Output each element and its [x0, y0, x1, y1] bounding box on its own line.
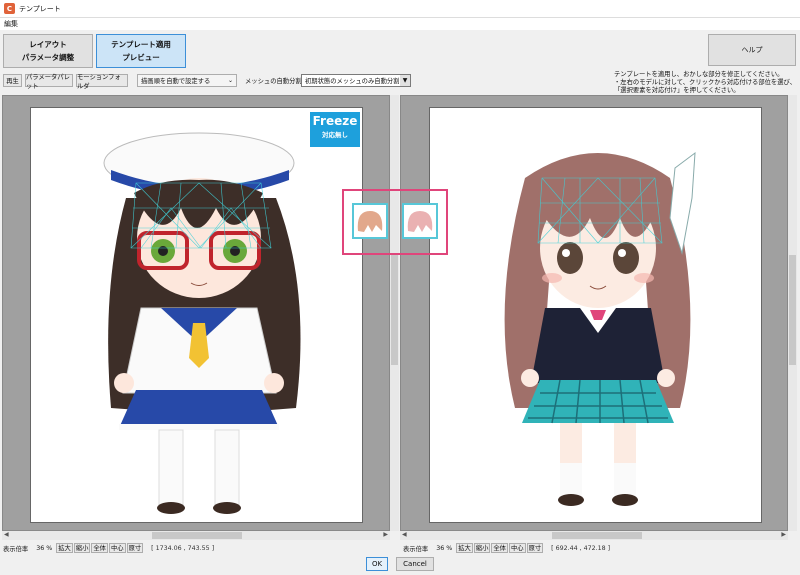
left-model-canvas[interactable] [30, 107, 363, 523]
param-palette-button[interactable]: パラメータパレット [25, 74, 73, 90]
left-vertical-scrollbar[interactable] [390, 95, 399, 531]
actual-size-button[interactable]: 原寸 [126, 543, 144, 553]
left-viewport[interactable]: Freeze 対応無し [2, 95, 390, 531]
right-horizontal-scrollbar[interactable]: ◀ ▶ [400, 531, 788, 540]
draw-order-dropdown[interactable]: 描画順を自動で設定する ⌄ [137, 74, 237, 87]
scroll-right-icon[interactable]: ▶ [383, 531, 388, 538]
zoom-value: 36 % [36, 544, 53, 552]
motion-folder-button[interactable]: モーションフォルダ [76, 74, 128, 90]
scroll-thumb[interactable] [391, 255, 398, 365]
fit-all-button[interactable]: 全体 [91, 543, 108, 553]
mesh-split-value: 初期状態のメッシュのみ自動分割 [305, 78, 400, 85]
menu-edit[interactable]: 編集 [4, 20, 18, 28]
scroll-thumb[interactable] [789, 255, 796, 365]
layout-param-button[interactable]: レイアウト パラメータ調整 [3, 34, 93, 68]
zoom-label: 表示倍率 [3, 545, 29, 553]
ok-button[interactable]: OK [366, 557, 388, 571]
left-status-bar: 表示倍率 36 % 拡大 縮小 全体 中心 原寸 [ 1734.06 , 743… [3, 542, 214, 554]
mesh-split-label: メッシュの自動分割 [245, 78, 302, 85]
help-button[interactable]: ヘルプ [708, 34, 796, 66]
cursor-coords: [ 1734.06 , 743.55 ] [151, 544, 215, 552]
mesh-split-dropdown[interactable]: 初期状態のメッシュのみ自動分割 ▼ [301, 74, 411, 87]
cancel-button[interactable]: Cancel [396, 557, 434, 571]
actual-size-button[interactable]: 原寸 [526, 543, 544, 553]
instruction-line-1: テンプレートを適用し、おかしな部分を修正してください。 [614, 71, 784, 78]
zoom-value: 36 % [436, 544, 453, 552]
instruction-line-3: 「選択要素を対応付け」を押してください。 [614, 87, 740, 94]
title-bar: C テンプレート [0, 0, 800, 18]
freeze-title: Freeze [312, 114, 358, 128]
right-viewport[interactable] [400, 95, 788, 531]
matched-parts-highlight [342, 189, 448, 255]
left-horizontal-scrollbar[interactable]: ◀ ▶ [2, 531, 390, 540]
scroll-left-icon[interactable]: ◀ [402, 531, 407, 538]
scroll-left-icon[interactable]: ◀ [4, 531, 9, 538]
draw-order-value: 描画順を自動で設定する [141, 78, 211, 85]
right-vertical-scrollbar[interactable] [788, 95, 797, 531]
template-model-image [103, 132, 301, 514]
fit-all-button[interactable]: 全体 [491, 543, 508, 553]
template-hair-part[interactable] [352, 203, 388, 239]
play-button[interactable]: 再生 [3, 74, 22, 87]
scroll-thumb[interactable] [552, 532, 642, 539]
instructions-text: テンプレートを適用し、おかしな部分を修正してください。 ・左右のモデルに対して、… [614, 71, 798, 95]
app-icon: C [4, 3, 15, 14]
user-hair-part[interactable] [402, 203, 438, 239]
freeze-subtitle: 対応無し [322, 131, 348, 139]
zoom-in-button[interactable]: 拡大 [56, 543, 73, 553]
cursor-coords: [ 692.44 , 472.18 ] [551, 544, 611, 552]
preview-label: プレビュー [122, 53, 160, 62]
apply-template-label: テンプレート適用 [111, 40, 171, 49]
param-adjust-label: パラメータ調整 [21, 53, 75, 62]
window-title: テンプレート [19, 4, 61, 13]
right-status-bar: 表示倍率 36 % 拡大 縮小 全体 中心 原寸 [ 692.44 , 472.… [403, 542, 610, 554]
zoom-out-button[interactable]: 縮小 [73, 543, 91, 553]
scroll-right-icon[interactable]: ▶ [781, 531, 786, 538]
chevron-down-icon: ⌄ [227, 77, 233, 84]
zoom-in-button[interactable]: 拡大 [456, 543, 473, 553]
instruction-line-2: ・左右のモデルに対して、クリックから対応付ける部位を選び、 [614, 79, 797, 86]
right-model-canvas[interactable] [429, 107, 762, 523]
center-button[interactable]: 中心 [508, 543, 526, 553]
center-button[interactable]: 中心 [108, 543, 126, 553]
chevron-down-icon: ▼ [400, 75, 410, 86]
freeze-badge: Freeze 対応無し [310, 112, 360, 147]
scroll-thumb[interactable] [152, 532, 242, 539]
menu-bar: 編集 [0, 18, 800, 30]
zoom-out-button[interactable]: 縮小 [473, 543, 491, 553]
apply-template-preview-button[interactable]: テンプレート適用 プレビュー [96, 34, 186, 68]
layout-label: レイアウト [29, 40, 67, 49]
user-model-image [504, 151, 696, 506]
zoom-label: 表示倍率 [403, 545, 429, 553]
